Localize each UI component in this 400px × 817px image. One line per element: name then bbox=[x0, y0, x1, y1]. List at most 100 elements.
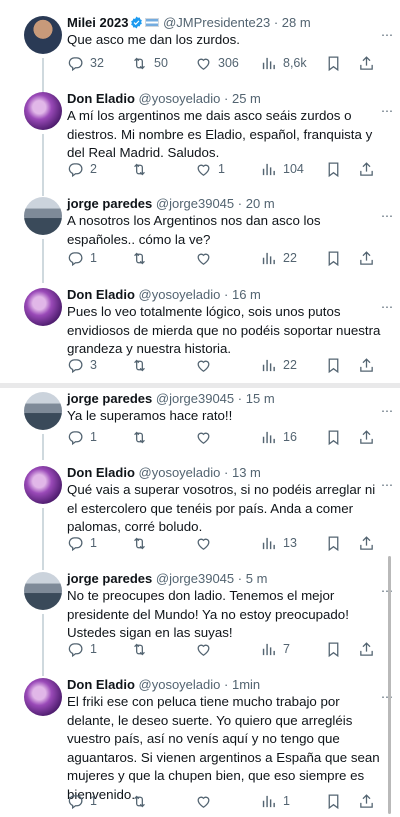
author-name[interactable]: jorge paredes bbox=[67, 571, 152, 586]
bookmark-button[interactable] bbox=[325, 160, 342, 178]
verified-badge-icon bbox=[131, 16, 143, 29]
share-button[interactable] bbox=[358, 534, 375, 552]
retweet-icon bbox=[134, 359, 145, 371]
share-button[interactable] bbox=[358, 640, 375, 658]
reply-button[interactable]: 1 bbox=[67, 534, 97, 552]
bookmark-icon bbox=[328, 161, 339, 177]
avatar[interactable] bbox=[24, 678, 62, 716]
retweet-button[interactable] bbox=[131, 356, 148, 374]
author-name[interactable]: jorge paredes bbox=[67, 196, 152, 211]
like-button[interactable] bbox=[195, 428, 212, 446]
bookmark-icon bbox=[328, 535, 339, 551]
author-handle[interactable]: @jorge39045 bbox=[156, 571, 234, 586]
retweet-button[interactable] bbox=[131, 534, 148, 552]
reply-button[interactable]: 1 bbox=[67, 428, 97, 446]
views-button[interactable]: 1 bbox=[260, 792, 290, 810]
like-button[interactable] bbox=[195, 534, 212, 552]
author-name[interactable]: Don Eladio bbox=[67, 91, 135, 106]
views-button[interactable]: 7 bbox=[260, 640, 290, 658]
tweet-time[interactable]: 5 m bbox=[246, 571, 268, 586]
like-button[interactable] bbox=[195, 640, 212, 658]
views-icon bbox=[262, 57, 275, 69]
retweet-icon bbox=[134, 795, 145, 807]
share-button[interactable] bbox=[358, 428, 375, 446]
retweet-button[interactable] bbox=[131, 792, 148, 810]
author-name[interactable]: Milei 2023 bbox=[67, 15, 128, 30]
tweet-time[interactable]: 20 m bbox=[246, 196, 275, 211]
views-button[interactable]: 104 bbox=[260, 160, 304, 178]
author-name[interactable]: Don Eladio bbox=[67, 677, 135, 692]
views-icon bbox=[262, 359, 275, 371]
share-icon bbox=[360, 429, 373, 444]
tweet-time[interactable]: 15 m bbox=[246, 391, 275, 406]
retweet-button[interactable] bbox=[131, 640, 148, 658]
reply-button[interactable]: 1 bbox=[67, 792, 97, 810]
avatar[interactable] bbox=[24, 197, 62, 235]
avatar[interactable] bbox=[24, 16, 62, 54]
views-button[interactable]: 8,6k bbox=[260, 54, 307, 72]
views-button[interactable]: 22 bbox=[260, 356, 297, 374]
author-handle[interactable]: @yosoyeladio bbox=[139, 287, 221, 302]
argentina-flag-icon bbox=[145, 18, 160, 27]
like-button[interactable] bbox=[195, 356, 212, 374]
bookmark-button[interactable] bbox=[325, 356, 342, 374]
like-button[interactable]: 1 bbox=[195, 160, 225, 178]
author-handle[interactable]: @jorge39045 bbox=[156, 196, 234, 211]
retweet-button[interactable] bbox=[131, 428, 148, 446]
avatar[interactable] bbox=[24, 92, 62, 130]
bookmark-button[interactable] bbox=[325, 534, 342, 552]
avatar[interactable] bbox=[24, 572, 62, 610]
tweet-time[interactable]: 16 m bbox=[232, 287, 261, 302]
like-button[interactable]: 306 bbox=[195, 54, 239, 72]
tweet-text: Que asco me dan los zurdos. bbox=[67, 32, 240, 47]
retweet-button[interactable]: 50 bbox=[131, 54, 168, 72]
bookmark-button[interactable] bbox=[325, 54, 342, 72]
tweet-time[interactable]: 1min bbox=[232, 677, 260, 692]
author-name[interactable]: Don Eladio bbox=[67, 287, 135, 302]
author-handle[interactable]: @yosoyeladio bbox=[139, 91, 221, 106]
avatar[interactable] bbox=[24, 392, 62, 430]
avatar[interactable] bbox=[24, 288, 62, 326]
reply-button[interactable]: 1 bbox=[67, 249, 97, 267]
avatar[interactable] bbox=[24, 466, 62, 504]
retweet-button[interactable] bbox=[131, 249, 148, 267]
author-name[interactable]: jorge paredes bbox=[67, 391, 152, 406]
author-name[interactable]: Don Eladio bbox=[67, 465, 135, 480]
tweet-header: Don Eladio @yosoyeladio · 16 m bbox=[67, 287, 261, 302]
like-button[interactable] bbox=[195, 792, 212, 810]
like-button[interactable] bbox=[195, 249, 212, 267]
reply-icon bbox=[68, 251, 83, 266]
reply-button[interactable]: 1 bbox=[67, 640, 97, 658]
views-button[interactable]: 22 bbox=[260, 249, 297, 267]
scrollbar[interactable] bbox=[388, 556, 391, 814]
reply-button[interactable]: 3 bbox=[67, 356, 97, 374]
retweet-button[interactable] bbox=[131, 160, 148, 178]
tweet-time[interactable]: 13 m bbox=[232, 465, 261, 480]
tweet-actions: 1 7 bbox=[67, 640, 377, 658]
reply-button[interactable]: 32 bbox=[67, 54, 104, 72]
views-button[interactable]: 16 bbox=[260, 428, 297, 446]
heart-icon bbox=[197, 432, 210, 444]
heart-icon bbox=[197, 644, 210, 656]
share-button[interactable] bbox=[358, 160, 375, 178]
bookmark-button[interactable] bbox=[325, 792, 342, 810]
tweet-actions: 3 22 bbox=[67, 356, 377, 374]
share-icon bbox=[360, 641, 373, 656]
retweet-icon bbox=[134, 252, 145, 264]
share-button[interactable] bbox=[358, 54, 375, 72]
reply-button[interactable]: 2 bbox=[67, 160, 97, 178]
share-button[interactable] bbox=[358, 792, 375, 810]
share-button[interactable] bbox=[358, 356, 375, 374]
bookmark-button[interactable] bbox=[325, 640, 342, 658]
tweet-time[interactable]: 25 m bbox=[232, 91, 261, 106]
bookmark-button[interactable] bbox=[325, 249, 342, 267]
share-button[interactable] bbox=[358, 249, 375, 267]
tweet-actions: 1 16 bbox=[67, 428, 377, 446]
author-handle[interactable]: @yosoyeladio bbox=[139, 465, 221, 480]
bookmark-button[interactable] bbox=[325, 428, 342, 446]
author-handle[interactable]: @yosoyeladio bbox=[139, 677, 221, 692]
author-handle[interactable]: @JMPresidente23 bbox=[163, 15, 270, 30]
author-handle[interactable]: @jorge39045 bbox=[156, 391, 234, 406]
views-button[interactable]: 13 bbox=[260, 534, 297, 552]
tweet-time[interactable]: 28 m bbox=[282, 15, 311, 30]
